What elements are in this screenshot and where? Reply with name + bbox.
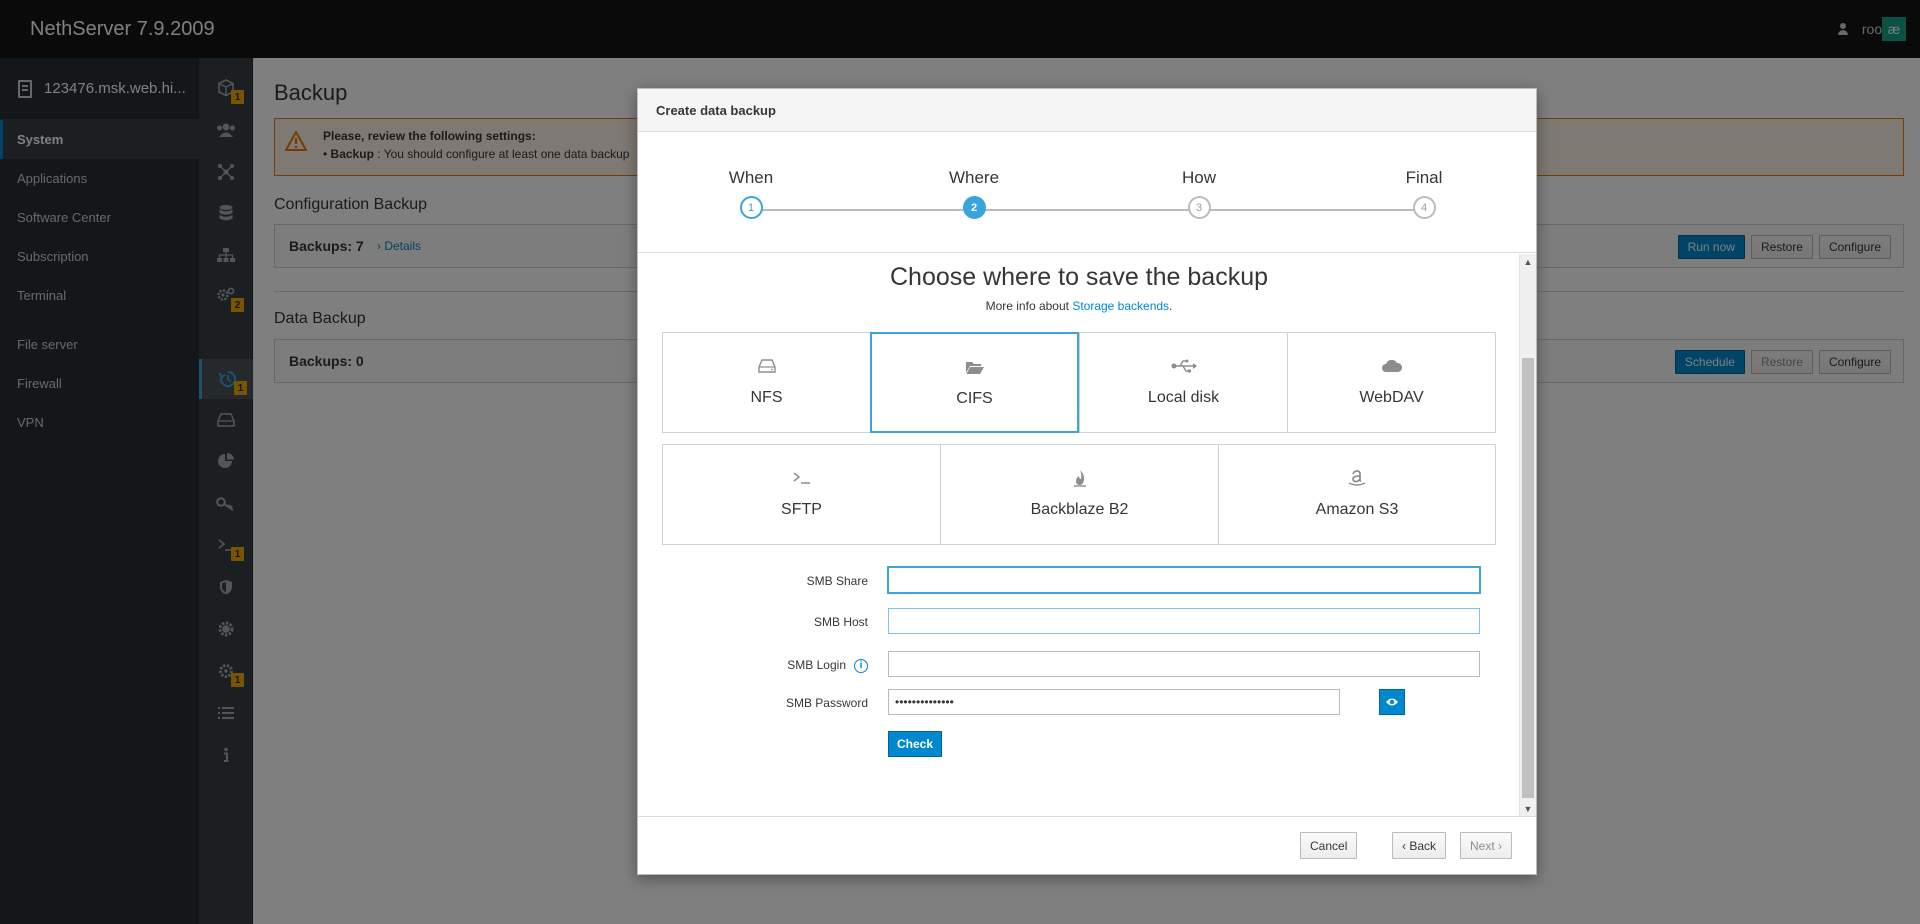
cancel-button[interactable]: Cancel <box>1300 832 1358 859</box>
cloud-icon <box>1381 355 1403 377</box>
backend-card-nfs[interactable]: NFS <box>662 332 871 433</box>
wizard-stepper: When 1 Where 2 How 3 Final 4 <box>638 132 1536 253</box>
smb-login-label: SMB Login i <box>678 658 868 673</box>
smb-host-input[interactable] <box>888 608 1480 634</box>
backend-card-cifs[interactable]: CIFS <box>870 332 1079 433</box>
step-label: Final <box>1405 168 1443 187</box>
backend-card-webdav[interactable]: WebDAV <box>1287 332 1496 433</box>
eye-icon <box>1386 698 1398 706</box>
choose-heading: Choose where to save the backup <box>889 263 1268 291</box>
backend-label: Backblaze B2 <box>1030 501 1129 518</box>
step-number: 2 <box>962 196 986 219</box>
backend-label: NFS <box>750 389 783 406</box>
toggle-password-button[interactable] <box>1379 689 1405 715</box>
smb-login-input[interactable] <box>888 651 1480 677</box>
info-icon[interactable]: i <box>854 658 868 673</box>
folder-open-icon <box>965 356 985 378</box>
terminal-icon <box>792 467 812 489</box>
more-info-suffix: . <box>1169 299 1173 313</box>
step-number: 3 <box>1187 196 1211 219</box>
usb-icon <box>1171 355 1197 377</box>
step-how[interactable]: How 3 <box>1149 168 1249 219</box>
smb-host-label: SMB Host <box>813 615 868 629</box>
smb-login-label-text: SMB Login <box>787 658 846 672</box>
step-label: When <box>728 168 774 187</box>
step-number: 4 <box>1412 196 1436 219</box>
hdd-icon <box>757 355 776 377</box>
back-button[interactable]: ‹ Back <box>1392 832 1447 859</box>
more-info: More info about Storage backends. <box>638 299 1520 313</box>
modal-title: Create data backup <box>638 89 1536 132</box>
step-where[interactable]: Where 2 <box>924 168 1024 219</box>
smb-share-input[interactable] <box>888 567 1480 593</box>
step-label: How <box>1181 168 1216 187</box>
next-button[interactable]: Next › <box>1460 832 1513 859</box>
smb-password-label: SMB Password <box>785 696 868 710</box>
step-when[interactable]: When 1 <box>701 168 801 219</box>
backend-label: WebDAV <box>1359 389 1424 406</box>
modal-footer: Cancel ‹ Back Next › <box>638 816 1536 874</box>
scroll-down-icon[interactable]: ▼ <box>1520 801 1536 817</box>
scroll-up-icon[interactable]: ▲ <box>1520 254 1536 270</box>
stepper-track <box>750 209 1424 211</box>
step-final[interactable]: Final 4 <box>1374 168 1474 219</box>
backend-label: SFTP <box>781 501 822 518</box>
backend-card-backblaze-b2[interactable]: Backblaze B2 <box>940 444 1219 545</box>
check-button[interactable]: Check <box>888 731 943 757</box>
smb-share-label: SMB Share <box>806 574 868 588</box>
scroll-thumb[interactable] <box>1522 358 1534 798</box>
backend-card-amazon-s3[interactable]: Amazon S3 <box>1218 444 1496 545</box>
backend-label: Local disk <box>1147 389 1220 406</box>
storage-backends-link[interactable]: Storage backends <box>1072 299 1169 313</box>
step-number: 1 <box>739 196 763 219</box>
backend-card-sftp[interactable]: SFTP <box>662 444 941 545</box>
smb-password-input[interactable] <box>888 689 1340 715</box>
create-backup-modal: Create data backup When 1 Where 2 How 3 … <box>637 88 1537 875</box>
amazon-icon <box>1347 467 1367 489</box>
backend-label: CIFS <box>956 390 993 407</box>
modal-body: Choose where to save the backup More inf… <box>638 254 1536 817</box>
backend-label: Amazon S3 <box>1315 501 1399 518</box>
modal-scrollbar[interactable]: ▲ ▼ <box>1519 254 1536 817</box>
step-label: Where <box>948 168 1000 187</box>
more-info-text: More info about <box>985 299 1073 313</box>
fire-icon <box>1073 467 1087 489</box>
backend-card-local-disk[interactable]: Local disk <box>1079 332 1288 433</box>
